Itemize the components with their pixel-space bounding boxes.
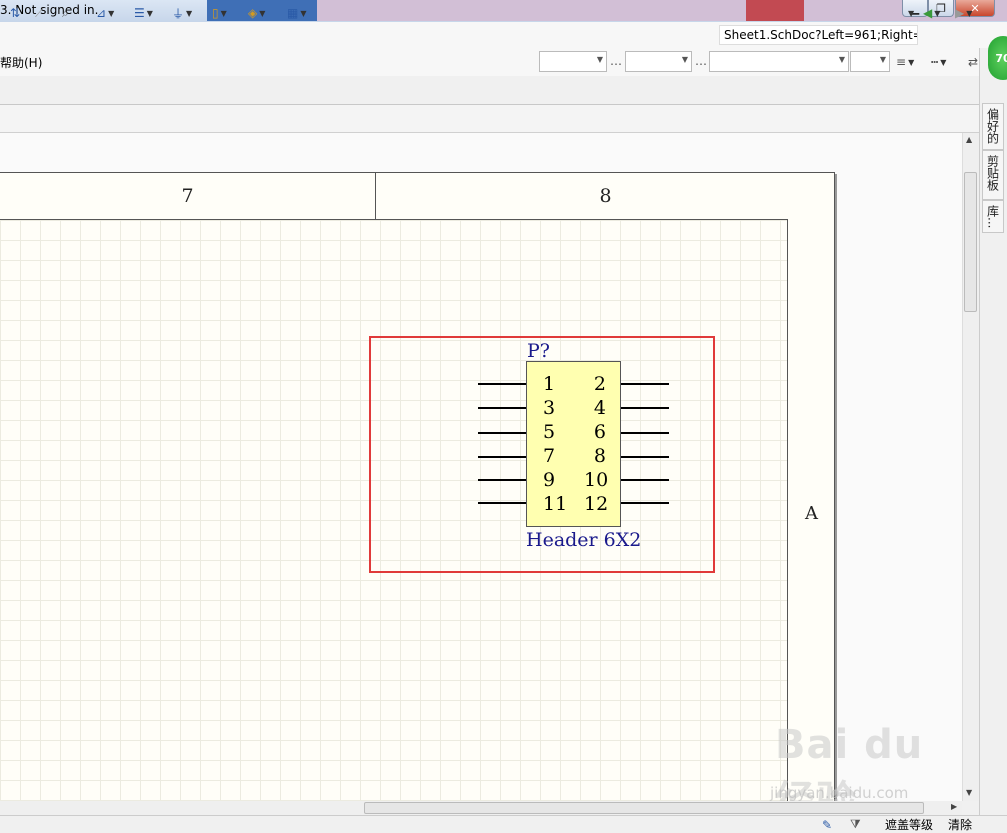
pin-line (478, 479, 526, 481)
filter-icon[interactable]: ⧩ (850, 817, 861, 832)
notification-badge[interactable]: 70 (988, 36, 1007, 80)
panel-tab-clipboard[interactable]: 剪贴板 (982, 150, 1004, 200)
menu-help[interactable]: 帮助(H) (0, 54, 42, 71)
filter-combo-2[interactable]: ▼ (625, 51, 692, 72)
mask-level-button[interactable]: 遮盖等级 (885, 817, 933, 832)
ground-icon[interactable]: ⏚ ▼ (172, 3, 192, 23)
zone-column-label: 8 (599, 184, 612, 207)
pin-line (478, 456, 526, 458)
updown-arrows-icon[interactable]: ⇅ (10, 3, 20, 23)
pin-number: 3 (543, 397, 556, 419)
pin-line (621, 407, 669, 409)
clear-button[interactable]: 清除 (948, 817, 972, 832)
filter-combo-1[interactable]: ▼ (539, 51, 607, 72)
pin-line (478, 502, 526, 504)
panel-tab-favorites[interactable]: 偏好的 (982, 103, 1004, 150)
horizontal-scroll-thumb[interactable] (364, 802, 924, 814)
pin-number: 12 (584, 493, 609, 515)
component-comment[interactable]: Header 6X2 (526, 529, 641, 551)
pin-line (621, 502, 669, 504)
grid-icon[interactable]: ▦ ▼ (287, 3, 307, 23)
pin-number: 9 (543, 469, 556, 491)
pin-line (478, 432, 526, 434)
forward-icon[interactable]: ▶ ▼ (955, 3, 972, 23)
panel-tab-libraries[interactable]: 库... (982, 200, 1004, 233)
zone-column-label: 7 (0, 172, 376, 219)
back-icon[interactable]: ◀ ▼ (923, 3, 940, 23)
separator-dots: … (610, 54, 622, 68)
pin-number: 11 (543, 493, 568, 515)
schematic-canvas[interactable]: 7 8 A P? 1 3 5 7 9 11 2 4 6 8 10 12 Head… (0, 133, 962, 801)
net-label-icon[interactable]: ◈ ▼ (248, 3, 265, 23)
pin-number: 7 (543, 445, 556, 467)
dash-style-icon[interactable]: ┅ ▼ (931, 52, 946, 72)
pin-number: 10 (584, 469, 609, 491)
scroll-right-icon[interactable]: ▶ (951, 802, 957, 811)
pen-icon[interactable]: ⟋ (35, 3, 43, 23)
pin-number: 4 (593, 397, 606, 419)
pin-number: 1 (543, 373, 556, 395)
pin-line (478, 383, 526, 385)
separator-dots: … (695, 54, 707, 68)
filter-combo-4[interactable]: ▼ (850, 51, 890, 72)
pin-line (478, 407, 526, 409)
component-designator[interactable]: P? (527, 340, 550, 362)
address-bar[interactable]: Sheet1.SchDoc?Left=961;Right= (719, 25, 918, 45)
pin-line (621, 456, 669, 458)
scroll-up-icon[interactable]: ▲ (966, 135, 972, 144)
document-tab-strip (0, 105, 980, 133)
pin-number: 8 (593, 445, 606, 467)
pin-line (621, 383, 669, 385)
pen-icon[interactable]: ✎ (822, 817, 832, 832)
scroll-down-icon[interactable]: ▼ (966, 788, 972, 797)
panel-area (0, 76, 980, 105)
watermark-url: jingyan.baidu.com (770, 784, 909, 801)
vertical-scroll-thumb[interactable] (964, 172, 977, 312)
pin-line (621, 432, 669, 434)
pin-number: 6 (593, 421, 606, 443)
zone-row-label: A (805, 503, 818, 524)
filter-combo-3[interactable]: ▼ (709, 51, 849, 72)
pin-number: 2 (593, 373, 606, 395)
address-dropdown-icon[interactable]: ▼ (908, 3, 914, 23)
line-style-icon[interactable]: ≡ ▼ (896, 52, 914, 72)
power-port-icon[interactable]: ▯ ▼ (212, 3, 227, 23)
pin-number: 5 (543, 421, 556, 443)
pin-line (621, 479, 669, 481)
swap-icon[interactable]: ⇄ (968, 52, 978, 72)
bus-icon[interactable]: ☰ ▼ (134, 3, 153, 23)
binoculars-icon[interactable]: ⌕ (62, 3, 69, 23)
taskbar-item-active[interactable] (746, 0, 804, 21)
wire-icon[interactable]: ⊿ ▼ (96, 3, 114, 23)
